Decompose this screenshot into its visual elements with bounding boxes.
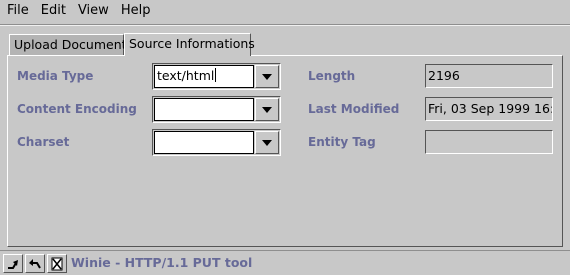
content-encoding-field[interactable] — [154, 98, 254, 121]
charset-label: Charset — [17, 135, 70, 149]
media-type-value: text/html — [157, 68, 215, 83]
media-type-label: Media Type — [17, 69, 94, 83]
content-encoding-combo[interactable] — [152, 96, 281, 123]
text-caret — [215, 68, 217, 82]
redo-icon — [8, 260, 18, 269]
stop-button[interactable] — [47, 254, 67, 273]
media-type-dropdown-button[interactable] — [255, 65, 279, 88]
stop-icon — [51, 257, 63, 271]
charset-combo[interactable] — [152, 129, 281, 156]
menubar-separator — [0, 24, 570, 26]
undo-icon — [29, 259, 41, 269]
tab-upload-document[interactable]: Upload Document — [9, 34, 127, 55]
last-modified-field: Fri, 03 Sep 1999 16:3 — [425, 97, 553, 121]
charset-field[interactable] — [154, 131, 254, 154]
menu-bar: File Edit View Help — [0, 0, 570, 22]
redo-button[interactable] — [3, 254, 23, 273]
menu-view[interactable]: View — [72, 0, 115, 22]
content-encoding-dropdown-button[interactable] — [255, 98, 279, 121]
media-type-combo[interactable]: text/html — [152, 63, 281, 90]
last-modified-label: Last Modified — [308, 102, 400, 116]
entity-tag-label: Entity Tag — [308, 135, 376, 149]
content-encoding-label: Content Encoding — [17, 102, 137, 116]
entity-tag-field — [425, 130, 553, 154]
chevron-down-icon — [262, 107, 272, 113]
menu-file[interactable]: File — [0, 0, 35, 22]
status-text: Winie - HTTP/1.1 PUT tool — [71, 255, 253, 270]
status-bar: Winie - HTTP/1.1 PUT tool — [0, 250, 570, 275]
source-informations-panel: Media Type text/html Content Encoding Ch… — [7, 55, 563, 247]
length-label: Length — [308, 69, 356, 83]
media-type-field[interactable]: text/html — [154, 65, 254, 88]
menu-help[interactable]: Help — [115, 0, 157, 22]
tab-source-informations[interactable]: Source Informations — [124, 33, 255, 56]
undo-button[interactable] — [25, 254, 45, 273]
charset-dropdown-button[interactable] — [255, 131, 279, 154]
chevron-down-icon — [262, 140, 272, 146]
length-field: 2196 — [425, 64, 553, 88]
menu-edit[interactable]: Edit — [35, 0, 72, 22]
chevron-down-icon — [262, 74, 272, 80]
